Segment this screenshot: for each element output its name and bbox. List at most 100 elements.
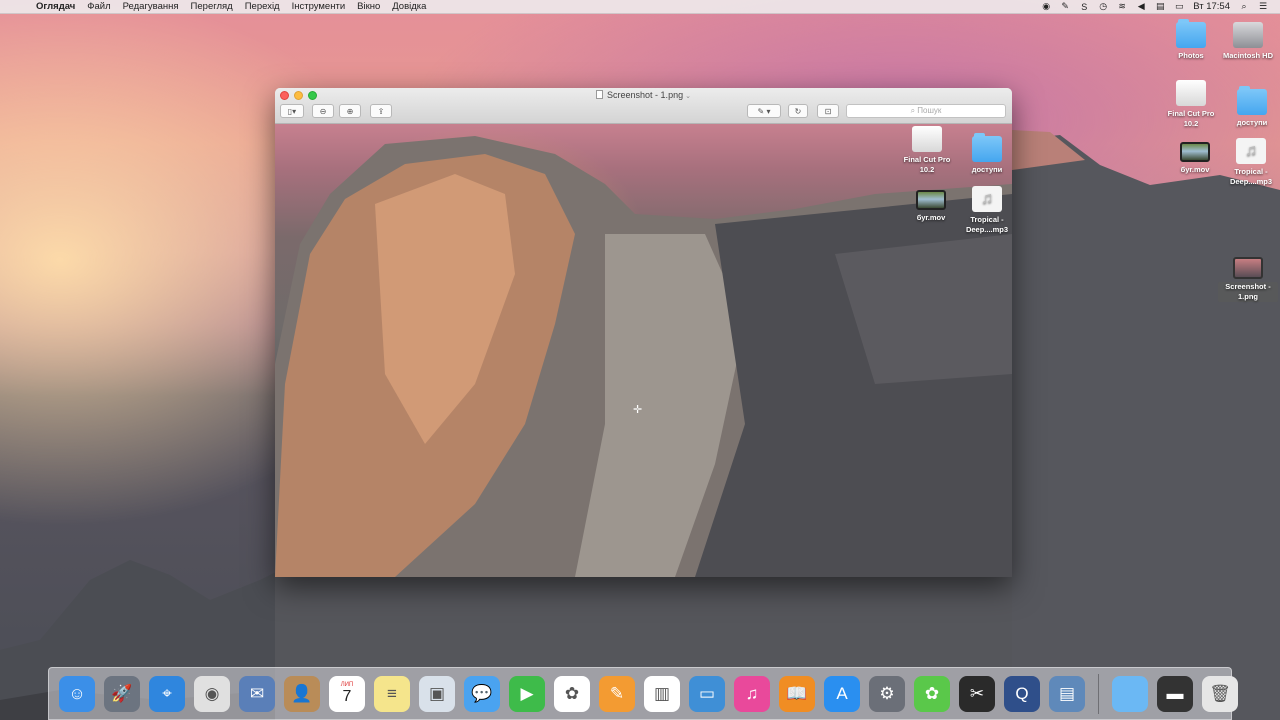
dock-separator <box>1098 673 1099 714</box>
chrome-icon[interactable]: ◉ <box>194 675 230 712</box>
notes-icon[interactable]: ≡ <box>374 675 410 712</box>
skype-icon[interactable]: S <box>1079 2 1089 12</box>
calendar-day: 7 <box>342 687 352 705</box>
finder-icon[interactable]: ☺ <box>59 675 95 712</box>
dock: ☺ 🚀 ⌖ ◉ ✉ 👤 ЛИП 7 ≡ ▣ 💬 ▶ ✿ ✎ ▥ ▭ ♫ 📖 A ⚙ ✿ ✂ Q ▤ ▬ 🗑 <box>48 667 1238 720</box>
downloads-folder-icon[interactable] <box>1112 675 1148 712</box>
facetime-icon[interactable]: ▶ <box>509 675 545 712</box>
folder-icon <box>972 133 1002 162</box>
preview-icon[interactable]: ▣ <box>419 675 455 712</box>
rotate-button[interactable]: ↻ <box>788 104 808 118</box>
numbers-icon[interactable]: ▥ <box>644 675 680 712</box>
folder-icon <box>1176 19 1206 48</box>
disk-image-icon <box>912 126 942 152</box>
menu-go[interactable]: Перехід <box>239 1 286 12</box>
music-file-icon: ♫ <box>1236 138 1266 164</box>
appstore-icon[interactable]: A <box>824 675 860 712</box>
desktop-icon-photos[interactable]: Photos <box>1161 19 1221 61</box>
movie-thumbnail-icon <box>916 190 946 210</box>
pen-icon[interactable]: ✎ <box>1060 1 1070 12</box>
markup-pen-button[interactable]: ✎ ▾ <box>747 104 781 118</box>
mail-icon[interactable]: ✉ <box>239 675 275 712</box>
search-placeholder: Пошук <box>917 106 942 115</box>
overlay-icon-label: буг.mov <box>916 213 946 222</box>
window-title-text: Screenshot - 1.png <box>607 90 684 100</box>
desktop-icon-label: доступи <box>1236 118 1268 127</box>
overlay-icon-movie: буг.mov <box>901 190 961 223</box>
spotlight-icon[interactable]: ⌕ <box>1239 1 1249 12</box>
menu-help[interactable]: Довідка <box>386 1 432 12</box>
menu-bar: Оглядач Файл Редагування Перегляд Перехі… <box>0 0 1280 14</box>
document-icon <box>596 90 604 99</box>
music-file-icon: ♫ <box>972 186 1002 212</box>
folder-icon <box>1237 86 1267 115</box>
image-thumbnail-icon <box>1233 257 1263 279</box>
contacts-icon[interactable]: 👤 <box>284 675 320 712</box>
wifi-icon[interactable]: ≋ <box>1117 1 1127 12</box>
overlay-icon-label: доступи <box>971 165 1003 174</box>
window-title: Screenshot - 1.png ⌄ <box>275 90 1012 100</box>
sidebar-toggle-button[interactable]: ▯▾ <box>280 104 304 118</box>
us-flag-icon[interactable]: ▤ <box>1155 1 1165 12</box>
menu-edit[interactable]: Редагування <box>117 1 185 12</box>
overlay-icon-label: Tropical - Deep....mp3 <box>965 215 1009 234</box>
desktop-icon-movie[interactable]: бyr.mov <box>1165 142 1225 175</box>
volume-icon[interactable]: ◀ <box>1136 1 1146 12</box>
zoom-in-button[interactable]: ⊕ <box>339 104 361 118</box>
system-preferences-icon[interactable]: ⚙ <box>869 675 905 712</box>
time-machine-icon[interactable]: ◷ <box>1098 1 1108 12</box>
photos-icon[interactable]: ✿ <box>554 675 590 712</box>
menu-app-name[interactable]: Оглядач <box>30 1 81 12</box>
keynote-icon[interactable]: ▭ <box>689 675 725 712</box>
battery-icon[interactable]: ▭ <box>1174 1 1184 12</box>
calendar-icon[interactable]: ЛИП 7 <box>329 675 365 712</box>
overlay-icon-label: Final Cut Pro 10.2 <box>903 155 951 174</box>
icq-icon[interactable]: ✿ <box>914 675 950 712</box>
itunes-icon[interactable]: ♫ <box>734 675 770 712</box>
safari-icon[interactable]: ⌖ <box>149 675 185 712</box>
quicktime-icon[interactable]: Q <box>1004 675 1040 712</box>
status-area: ◉ ✎ S ◷ ≋ ◀ ▤ ▭ Вт 17:54 ⌕ ☰ <box>1041 1 1280 12</box>
final-cut-icon[interactable]: ✂ <box>959 675 995 712</box>
zoom-out-button[interactable]: ⊖ <box>312 104 334 118</box>
chevron-down-icon[interactable]: ⌄ <box>685 93 691 100</box>
notification-center-icon[interactable]: ☰ <box>1258 1 1268 12</box>
desktop-icon-macintosh-hd[interactable]: Macintosh HD <box>1218 22 1278 61</box>
search-input[interactable]: ⌕ Пошук <box>846 104 1006 118</box>
desktop-icon-final-cut[interactable]: Final Cut Pro 10.2 <box>1161 80 1221 129</box>
image-canvas[interactable]: Final Cut Pro 10.2 доступи буг.mov ♫ Tro… <box>275 124 1012 577</box>
menu-view[interactable]: Перегляд <box>185 1 239 12</box>
record-icon[interactable]: ◉ <box>1041 1 1051 12</box>
image-capture-icon[interactable]: ▤ <box>1049 675 1085 712</box>
preview-window: Screenshot - 1.png ⌄ ▯▾ ⊖ ⊕ ⇪ ✎ ▾ ↻ ⊡ ⌕ П… <box>275 88 1012 577</box>
menu-file[interactable]: Файл <box>81 1 116 12</box>
menu-tools[interactable]: Інструменти <box>286 1 352 12</box>
desktop-icon-label: Tropical - Deep....mp3 <box>1229 167 1273 186</box>
share-button[interactable]: ⇪ <box>370 104 392 118</box>
desktop-icon-label: бyr.mov <box>1180 165 1210 174</box>
desktop-icon-dostupy[interactable]: доступи <box>1222 86 1280 128</box>
desktop-icon-tropical-mp3[interactable]: ♫ Tropical - Deep....mp3 <box>1221 138 1280 187</box>
desktop-icon-label: Photos <box>1178 51 1204 60</box>
window-titlebar[interactable]: Screenshot - 1.png ⌄ ▯▾ ⊖ ⊕ ⇪ ✎ ▾ ↻ ⊡ ⌕ П… <box>275 88 1012 124</box>
hard-drive-icon <box>1233 22 1263 48</box>
messages-icon[interactable]: 💬 <box>464 675 500 712</box>
overlay-icon-final-cut: Final Cut Pro 10.2 <box>897 126 957 175</box>
crosshair-cursor-icon: ✛ <box>633 404 643 416</box>
trash-icon[interactable]: 🗑 <box>1202 675 1238 712</box>
menu-window[interactable]: Вікно <box>351 1 386 12</box>
desktop-icon-label: Screenshot - 1.png <box>1218 282 1278 302</box>
stack-icon[interactable]: ▬ <box>1157 675 1193 712</box>
desktop-icon-label: Final Cut Pro 10.2 <box>1167 109 1215 128</box>
movie-thumbnail-icon <box>1180 142 1210 162</box>
toolbox-button[interactable]: ⊡ <box>817 104 839 118</box>
overlay-icon-tropical: ♫ Tropical - Deep....mp3 <box>957 186 1012 235</box>
ibooks-icon[interactable]: 📖 <box>779 675 815 712</box>
desktop-icon-label: Macintosh HD <box>1222 51 1273 60</box>
launchpad-icon[interactable]: 🚀 <box>104 675 140 712</box>
pages-icon[interactable]: ✎ <box>599 675 635 712</box>
menubar-clock[interactable]: Вт 17:54 <box>1193 1 1230 12</box>
desktop-icon-screenshot[interactable]: Screenshot - 1.png <box>1218 257 1278 302</box>
disk-image-icon <box>1176 80 1206 106</box>
overlay-icon-dostupy: доступи <box>957 133 1012 175</box>
